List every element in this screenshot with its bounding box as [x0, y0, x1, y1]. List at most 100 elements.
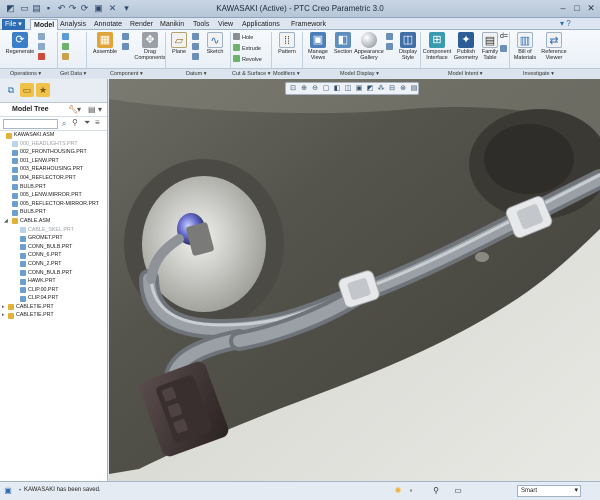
selection-filter[interactable]: Smart ▾ [517, 485, 581, 497]
folder-browser-tab-icon[interactable]: ▭ [20, 83, 34, 97]
tab-applications[interactable]: Applications [239, 19, 283, 30]
create-component-icon[interactable] [122, 33, 131, 41]
parameters-icon[interactable] [500, 45, 509, 53]
tab-annotate[interactable]: Annotate [91, 19, 125, 30]
sketch-button[interactable]: ∿ Sketch [203, 32, 227, 55]
paste-icon[interactable] [38, 43, 47, 51]
tab-framework[interactable]: Framework [288, 19, 329, 30]
revolve-button[interactable]: Revolve [233, 55, 262, 63]
group-datum[interactable]: Datum ▾ [186, 70, 207, 78]
display-style-icon[interactable]: ◧ [332, 84, 342, 94]
tab-view[interactable]: View [215, 19, 236, 30]
appearance-gallery-button[interactable]: Appearance Gallery [354, 32, 384, 61]
relations-icon[interactable]: d= [500, 33, 508, 41]
selected-items-icon[interactable]: ▭ [452, 485, 464, 497]
tree-node[interactable]: BULB.PRT [0, 208, 108, 217]
delete-icon[interactable] [38, 53, 47, 61]
saved-orientations-icon[interactable]: ◫ [343, 84, 353, 94]
model-tree-search-input[interactable] [3, 119, 58, 129]
family-table-button[interactable]: ▤ Family Table [480, 32, 500, 61]
tree-node[interactable]: KAWASAKI.ASM [0, 131, 108, 140]
tab-tools[interactable]: Tools [190, 19, 212, 30]
view-manager-icon[interactable]: ▣ [354, 84, 364, 94]
group-get-data[interactable]: Get Data ▾ [60, 70, 86, 78]
extrude-button[interactable]: Extrude [233, 44, 261, 52]
display-style-button[interactable]: ◫ Display Style [396, 32, 420, 61]
group-model-intent[interactable]: Model Intent ▾ [448, 70, 483, 78]
model-viewport[interactable] [109, 79, 600, 481]
group-model-display[interactable]: Model Display ▾ [340, 70, 379, 78]
dropdown-icon[interactable]: ▾ [77, 105, 81, 114]
tab-model[interactable]: Model [30, 19, 59, 30]
tab-file[interactable]: File ▾ [2, 19, 25, 30]
tree-node[interactable]: HAWK.PRT [0, 277, 108, 286]
assemble-button[interactable]: ▦ Assemble [90, 32, 120, 55]
graphics-toolbar-toggle-icon[interactable]: ▪ [405, 485, 417, 497]
model-tree-tab-icon[interactable]: ⧉ [4, 83, 18, 97]
group-cut-surface[interactable]: Cut & Surface ▾ [232, 70, 271, 78]
manage-views-button[interactable]: ▣ Manage Views [304, 32, 332, 61]
panel-toggle-icon[interactable]: ▣ [2, 485, 14, 497]
tree-node[interactable]: ◢ CABLE.ASM [0, 217, 108, 226]
tree-node[interactable]: CONN_BULB.PRT [0, 269, 108, 278]
graphics-window[interactable]: ⊡ ⊕ ⊖ ▢ ◧ ◫ ▣ ◩ ⁂ ⊟ ⊛ ▤ [109, 79, 600, 481]
expand-arrow-icon[interactable]: ◢ [4, 217, 8, 226]
zoom-out-icon[interactable]: ⊖ [310, 84, 320, 94]
csys-icon[interactable] [192, 53, 201, 61]
group-modifiers[interactable]: Modifiers ▾ [273, 70, 300, 78]
copy-geometry-icon[interactable] [62, 43, 71, 51]
pattern-button[interactable]: ⁞⁞ Pattern [274, 32, 300, 55]
tab-analysis[interactable]: Analysis [57, 19, 89, 30]
tree-node[interactable]: 003_REARHOUSING.PRT [0, 165, 108, 174]
collapse-icon[interactable]: ≡ [95, 118, 100, 127]
repaint-icon[interactable]: ▢ [321, 84, 331, 94]
import-icon[interactable] [62, 33, 71, 41]
binoculars-icon[interactable]: ⚲ [72, 118, 78, 127]
tree-node[interactable]: 004_REFLECTOR.PRT [0, 174, 108, 183]
zoom-in-icon[interactable]: ⊕ [299, 84, 309, 94]
filter-icon[interactable]: ⏷ [84, 118, 90, 128]
tab-render[interactable]: Render [127, 19, 156, 30]
axis-icon[interactable] [192, 33, 201, 41]
search-icon[interactable]: ⌕ [62, 119, 66, 129]
layers-icon[interactable] [386, 43, 395, 51]
tree-node[interactable]: CONN_BULB.PRT [0, 243, 108, 252]
group-operations[interactable]: Operations ▾ [10, 70, 41, 78]
tree-node[interactable]: 005_REFLECTOR-MIRROR.PRT [0, 200, 108, 209]
bill-of-materials-button[interactable]: ▥ Bill of Materials [512, 32, 538, 61]
tab-manikin[interactable]: Manikin [157, 19, 187, 30]
perspective-view-icon[interactable]: ◩ [365, 84, 375, 94]
tree-node[interactable]: BULB.PRT [0, 183, 108, 192]
tree-node[interactable]: CLIP.04.PRT [0, 294, 108, 303]
tree-node[interactable]: 005_LENW.MIRROR.PRT [0, 191, 108, 200]
tree-node[interactable]: CLIP.00.PRT [0, 286, 108, 295]
tree-node[interactable]: GROMET.PRT [0, 234, 108, 243]
favorites-tab-icon[interactable]: ★ [36, 83, 50, 97]
group-component[interactable]: Component ▾ [110, 70, 143, 78]
copy-icon[interactable] [38, 33, 47, 41]
spin-center-icon[interactable]: ⊛ [398, 84, 408, 94]
perspective-icon[interactable] [386, 33, 395, 41]
maximize-icon[interactable]: □ [570, 2, 584, 14]
shrinkwrap-icon[interactable] [62, 53, 71, 61]
expand-arrow-icon[interactable]: ▸ [2, 311, 5, 320]
datum-display-filters-icon[interactable]: ⁂ [376, 84, 386, 94]
close-icon[interactable]: ✕ [584, 2, 598, 14]
show-icon[interactable]: ▤ [88, 105, 96, 114]
tree-node[interactable]: 002_FRONTHOUSING.PRT [0, 148, 108, 157]
section-button[interactable]: ◧ Section [332, 32, 354, 55]
component-interface-button[interactable]: ⊞ Component Interface [422, 32, 452, 61]
publish-geometry-button[interactable]: ✦ Publish Geometry [452, 32, 480, 61]
point-icon[interactable] [192, 43, 201, 51]
repeat-icon[interactable] [122, 43, 131, 51]
minimize-icon[interactable]: – [556, 2, 570, 14]
tree-node[interactable]: CONN_6.PRT [0, 251, 108, 260]
dropdown-icon[interactable]: ▾ [98, 105, 102, 114]
tree-node[interactable]: CABLE_SKEL.PRT [0, 226, 108, 235]
tree-node[interactable]: ▸ CABLETIE.PRT [0, 311, 108, 320]
tree-node[interactable]: 000_HEADLIGHTS.PRT [0, 140, 108, 149]
ribbon-options-icon[interactable]: ▾ ? [560, 19, 571, 28]
reference-viewer-button[interactable]: ⇄ Reference Viewer [540, 32, 568, 61]
find-icon[interactable]: ⚲ [430, 485, 442, 497]
annotation-display-icon[interactable]: ⊟ [387, 84, 397, 94]
